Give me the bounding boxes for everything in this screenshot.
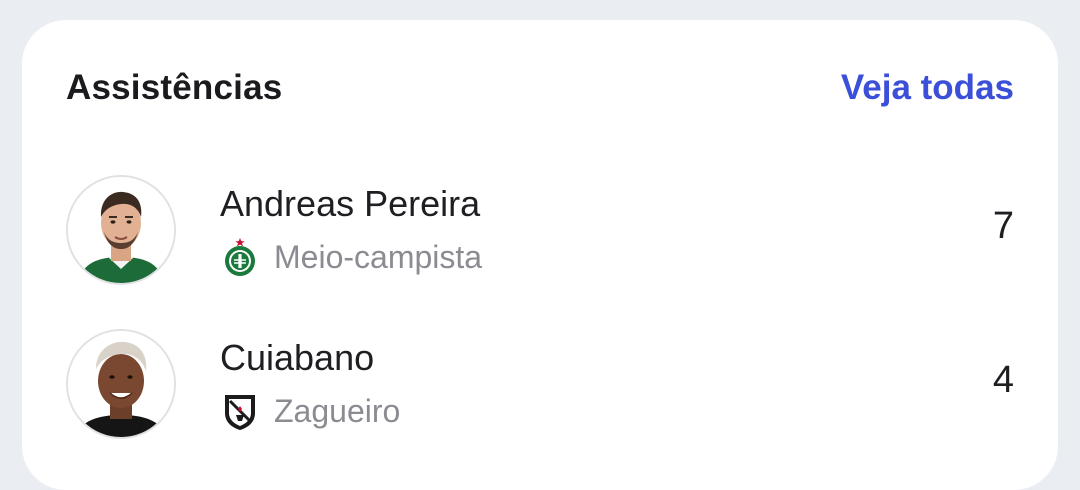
- vasco-crest-icon: [225, 395, 255, 430]
- player-name: Andreas Pereira: [220, 183, 481, 224]
- player-avatar: [66, 329, 176, 439]
- card-header: Assistências Veja todas: [66, 68, 1014, 108]
- see-all-link[interactable]: Veja todas: [841, 68, 1014, 108]
- player-avatar: [66, 175, 176, 285]
- player-name: Cuiabano: [220, 337, 375, 378]
- card-title: Assistências: [66, 68, 283, 107]
- player-row[interactable]: Andreas Pereira Meio-campista 7: [66, 175, 1014, 285]
- assists-card: Assistências Veja todas Andreas Pereira …: [22, 20, 1058, 490]
- player-row[interactable]: Cuiabano Zagueiro 4: [66, 329, 1014, 439]
- team-line: Zagueiro: [220, 391, 400, 431]
- assists-count: 4: [992, 359, 1014, 401]
- team-line: Meio-campista: [220, 237, 482, 277]
- palmeiras-crest-icon: [225, 238, 255, 276]
- player-position: Zagueiro: [274, 392, 401, 429]
- assists-count: 7: [992, 205, 1014, 247]
- player-position: Meio-campista: [274, 238, 483, 275]
